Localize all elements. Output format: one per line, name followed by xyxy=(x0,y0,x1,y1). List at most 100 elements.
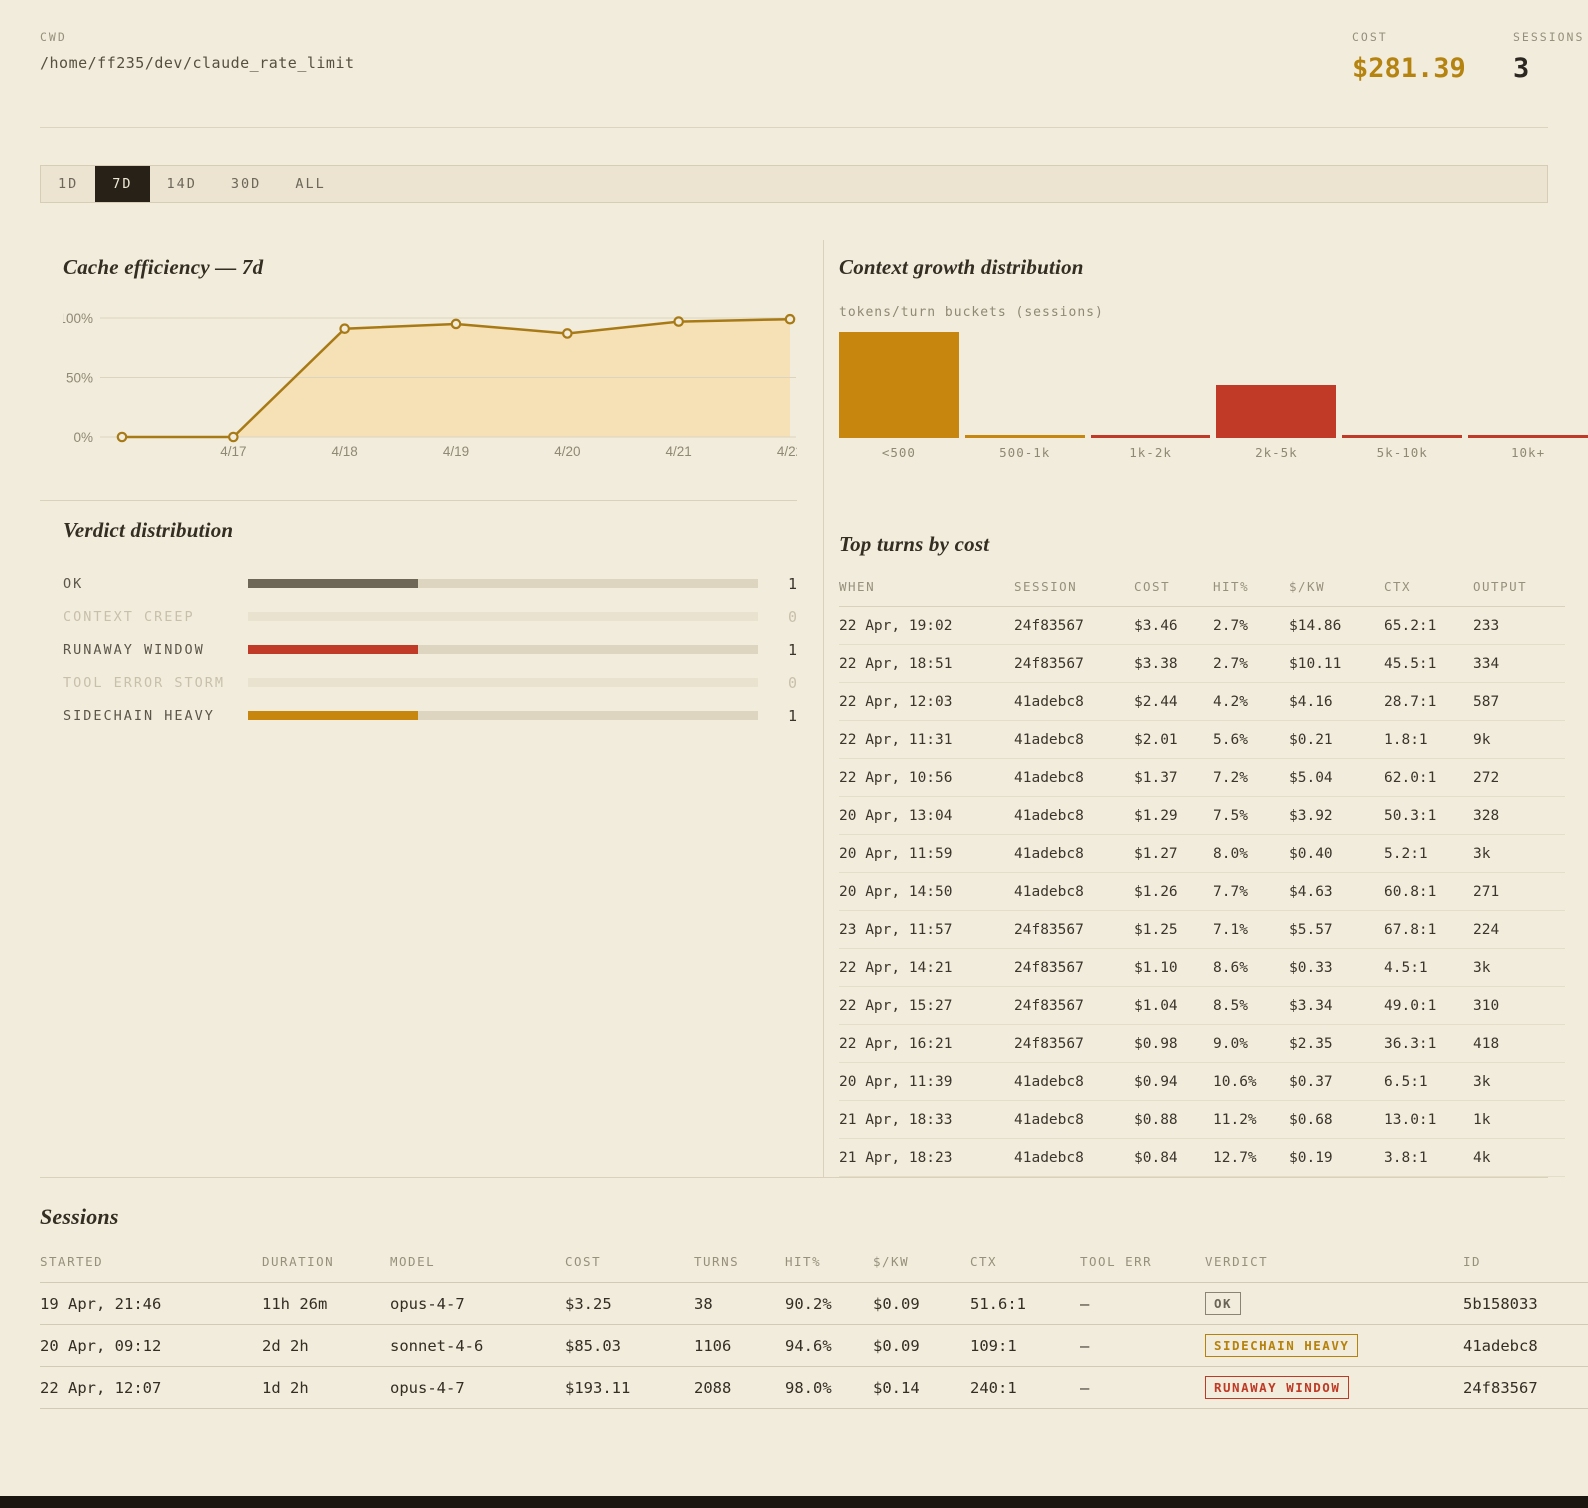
cell: 224 xyxy=(1473,921,1500,938)
cell: 41adebc8 xyxy=(1014,1073,1084,1090)
cell: 11.2% xyxy=(1213,1111,1257,1128)
cell: $1.37 xyxy=(1134,769,1178,786)
column-header-cost: COST xyxy=(1134,579,1171,594)
verdict-row: TOOL ERROR STORM 0 xyxy=(63,666,797,699)
verdict-fill xyxy=(248,711,418,720)
column-header-verdict: VERDICT xyxy=(1205,1254,1269,1269)
table-row: 23 Apr, 11:57 24f83567 $1.25 7.1% $5.57 67.8:… xyxy=(839,911,1565,949)
cell: 328 xyxy=(1473,807,1500,824)
cell: 1d 2h xyxy=(262,1378,309,1397)
cell: $0.37 xyxy=(1289,1073,1333,1090)
sessions-label: SESSIONS xyxy=(1513,30,1585,44)
tab-1d[interactable]: 1D xyxy=(41,166,95,202)
cell: $3.34 xyxy=(1289,997,1333,1014)
cell: 8.0% xyxy=(1213,845,1248,862)
cell: 20 Apr, 11:59 xyxy=(839,845,953,862)
column-header-turns: TURNS xyxy=(694,1254,740,1269)
cell: 22 Apr, 18:51 xyxy=(839,655,953,672)
cell: $1.27 xyxy=(1134,845,1178,862)
session-id: 24f83567 xyxy=(1463,1378,1538,1397)
sessions-stat: SESSIONS 3 xyxy=(1513,30,1588,84)
cell: 21 Apr, 18:23 xyxy=(839,1149,953,1166)
table-row: 20 Apr, 11:39 41adebc8 $0.94 10.6% $0.37 6.5:… xyxy=(839,1063,1565,1101)
verdict-label: CONTEXT CREEP xyxy=(63,608,195,625)
verdict-distribution-panel: Verdict distribution OK 1 CONTEXT CREEP 0 RU… xyxy=(40,501,797,1177)
table-row: 21 Apr, 18:23 41adebc8 $0.84 12.7% $0.19 3.8:… xyxy=(839,1139,1565,1177)
cell: opus-4-7 xyxy=(390,1378,465,1397)
cell: 7.5% xyxy=(1213,807,1248,824)
verdict-badge: SIDECHAIN HEAVY xyxy=(1205,1334,1359,1357)
tab-all[interactable]: ALL xyxy=(278,166,342,202)
cell: 20 Apr, 09:12 xyxy=(40,1336,162,1355)
cwd-path: /home/ff235/dev/claude_rate_limit xyxy=(40,54,355,72)
cell: 65.2:1 xyxy=(1384,617,1437,634)
cell: $14.86 xyxy=(1289,617,1342,634)
bar-1k-2k xyxy=(1090,435,1211,438)
cell: $1.29 xyxy=(1134,807,1178,824)
cell: $0.40 xyxy=(1289,845,1333,862)
verdict-track xyxy=(248,579,758,588)
bucket-label-2k-5k: 2k-5k xyxy=(1255,445,1298,460)
svg-text:4/18: 4/18 xyxy=(332,444,358,459)
cell: 41adebc8 xyxy=(1014,883,1084,900)
cell: 41adebc8 xyxy=(1014,1111,1084,1128)
top-turns-title: Top turns by cost xyxy=(839,532,990,556)
cell: 334 xyxy=(1473,655,1500,672)
cell: 20 Apr, 14:50 xyxy=(839,883,953,900)
cell: 60.8:1 xyxy=(1384,883,1437,900)
cell: – xyxy=(1080,1378,1090,1397)
cell: 7.1% xyxy=(1213,921,1248,938)
context-growth-title: Context growth distribution xyxy=(839,255,1084,279)
session-row: 22 Apr, 12:07 1d 2h opus-4-7 $193.11 2088 98.… xyxy=(40,1367,1588,1409)
tab-14d[interactable]: 14D xyxy=(150,166,214,202)
cell: – xyxy=(1080,1336,1090,1355)
verdict-distribution-chart: OK 1 CONTEXT CREEP 0 RUNAWAY WINDOW 1 TOOL ERR… xyxy=(63,567,797,732)
cell: 4.5:1 xyxy=(1384,959,1428,976)
cwd-block: CWD /home/ff235/dev/claude_rate_limit xyxy=(40,30,355,72)
session-row: 19 Apr, 21:46 11h 26m opus-4-7 $3.25 38 90.2%… xyxy=(40,1283,1588,1325)
tab-30d[interactable]: 30D xyxy=(214,166,278,202)
bottom-bar xyxy=(0,1496,1588,1508)
column-header-ctx: CTX xyxy=(1384,579,1412,594)
cell: 1106 xyxy=(694,1336,732,1355)
cell: 1k xyxy=(1473,1111,1491,1128)
cache-efficiency-title: Cache efficiency — 7d xyxy=(63,255,264,279)
cell: 24f83567 xyxy=(1014,655,1084,672)
verdict-count: 1 xyxy=(787,574,797,593)
cell: $4.63 xyxy=(1289,883,1333,900)
cell: 24f83567 xyxy=(1014,921,1084,938)
cell: 98.0% xyxy=(785,1378,832,1397)
cell: 8.6% xyxy=(1213,959,1248,976)
verdict-row: OK 1 xyxy=(63,567,797,600)
cell: 7.2% xyxy=(1213,769,1248,786)
svg-text:4/21: 4/21 xyxy=(666,444,692,459)
cache-efficiency-chart: 100% 50% 0% 4/17 4/18 4/19 4/20 4/21 4/22 xyxy=(63,292,797,462)
cell: 41adebc8 xyxy=(1014,807,1084,824)
bucket-label-1k-2k: 1k-2k xyxy=(1129,445,1172,460)
column-header-id: ID xyxy=(1463,1254,1482,1269)
cell: $0.14 xyxy=(873,1378,920,1397)
cell: $4.16 xyxy=(1289,693,1333,710)
cell: 24f83567 xyxy=(1014,1035,1084,1052)
cell: 13.0:1 xyxy=(1384,1111,1437,1128)
bar-10k+ xyxy=(1468,435,1588,438)
cell: 22 Apr, 19:02 xyxy=(839,617,953,634)
cell: 3k xyxy=(1473,959,1491,976)
cell: 22 Apr, 14:21 xyxy=(839,959,953,976)
table-row: 22 Apr, 10:56 41adebc8 $1.37 7.2% $5.04 62.0:… xyxy=(839,759,1565,797)
cell: 45.5:1 xyxy=(1384,655,1437,672)
cell: 50.3:1 xyxy=(1384,807,1437,824)
table-row: 22 Apr, 18:51 24f83567 $3.38 2.7% $10.11 45.5… xyxy=(839,645,1565,683)
verdict-cell: RUNAWAY WINDOW xyxy=(1205,1376,1463,1399)
tab-7d[interactable]: 7D xyxy=(95,166,150,202)
cell: 3k xyxy=(1473,845,1491,862)
bar-column-10k+ xyxy=(1468,435,1588,438)
header: CWD /home/ff235/dev/claude_rate_limit CO… xyxy=(0,0,1588,127)
cell: 49.0:1 xyxy=(1384,997,1437,1014)
cell: 3.8:1 xyxy=(1384,1149,1428,1166)
bar-500-1k xyxy=(964,435,1085,438)
cell: 109:1 xyxy=(970,1336,1017,1355)
cell: 4k xyxy=(1473,1149,1491,1166)
cell: 41adebc8 xyxy=(1014,769,1084,786)
cell: 11h 26m xyxy=(262,1294,328,1313)
